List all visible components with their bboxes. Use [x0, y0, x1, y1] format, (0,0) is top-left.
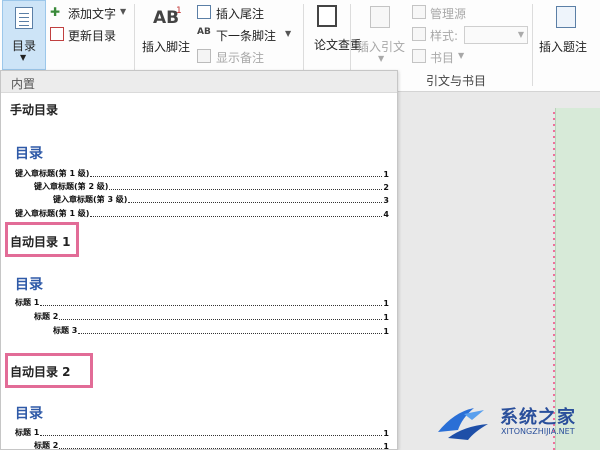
toc-row-text: 键入章标题(第 1 级) [15, 169, 90, 178]
manual-toc-label: 手动目录 [10, 103, 59, 117]
toc-preview-row: 标题 3 1 [53, 324, 389, 336]
paper-check-button[interactable]: 论文查重 [308, 2, 362, 68]
toc-button[interactable]: 目录 ▼ [2, 0, 46, 70]
toc-row-page: 1 [383, 299, 389, 308]
bibliography-icon [412, 49, 426, 63]
chevron-down-icon: ▼ [20, 53, 27, 62]
chevron-down-icon: ▼ [378, 54, 385, 63]
show-notes-label: 显示备注 [216, 51, 265, 65]
add-text-label: 添加文字 [68, 7, 117, 21]
toc-row-page: 1 [383, 327, 389, 336]
toc-preview-row: 标题 2 1 [34, 439, 389, 450]
toc-preview-row: 标题 2 1 [34, 310, 389, 322]
toc-icon [15, 7, 33, 29]
insert-footnote-label: 插入脚注 [142, 40, 191, 54]
update-toc-button[interactable]: 更新目录 [50, 26, 130, 44]
paper-check-icon [317, 5, 337, 27]
insert-caption-label: 插入题注 [539, 40, 588, 54]
style-dropdown[interactable]: ▼ [464, 26, 528, 44]
show-notes-button[interactable]: 显示备注 [197, 48, 277, 66]
toc-row-page: 1 [383, 170, 389, 179]
manage-sources-icon [412, 5, 426, 19]
toc-button-label: 目录 [12, 39, 37, 53]
add-text-button[interactable]: ✚ 添加文字 ▼ [50, 4, 130, 22]
toc-row-page: 4 [383, 210, 389, 219]
caption-icon [556, 6, 576, 28]
citations-group-label: 引文与书目 [426, 74, 487, 88]
chevron-down-icon: ▼ [517, 30, 524, 39]
toc-preview-row: 标题 1 1 [15, 296, 389, 308]
auto-toc-1-label: 自动目录 1 [10, 235, 71, 249]
chevron-down-icon: ▼ [120, 7, 127, 16]
toc-row-text: 标题 1 [15, 428, 40, 437]
chevron-down-icon: ▼ [285, 29, 292, 38]
toc-row-text: 标题 2 [34, 312, 59, 321]
toc-preview-row: 标题 1 1 [15, 426, 389, 438]
insert-endnote-label: 插入尾注 [216, 7, 265, 21]
auto-toc-2-label: 自动目录 2 [10, 365, 71, 379]
bibliography-label: 书目 [430, 51, 455, 65]
toc-preview-row: 键入章标题(第 3 级) 3 [53, 193, 389, 205]
toc-preview-heading: 目录 [15, 406, 43, 422]
panel-header-label: 内置 [11, 77, 36, 91]
manage-sources-label: 管理源 [430, 7, 467, 21]
toc-row-page: 1 [383, 442, 389, 450]
insert-caption-button[interactable]: 插入题注 [536, 4, 596, 68]
footnote-superscript: 1 [176, 6, 182, 16]
toc-row-page: 1 [383, 313, 389, 322]
bibliography-button[interactable]: 书目 ▼ [412, 48, 472, 66]
insert-footnote-button[interactable]: AB 1 插入脚注 [140, 4, 192, 68]
document-page[interactable] [555, 108, 600, 450]
insert-endnote-button[interactable]: 插入尾注 [197, 4, 277, 22]
toc-preview-row: 键入章标题(第 2 级) 2 [34, 180, 389, 192]
show-notes-icon [197, 49, 211, 63]
divider [532, 4, 533, 86]
toc-row-page: 2 [383, 183, 389, 192]
style-label: 样式: [430, 29, 459, 43]
update-toc-label: 更新目录 [68, 29, 117, 43]
toc-row-text: 标题 3 [53, 326, 78, 335]
add-text-icon: ✚ [50, 5, 61, 19]
toc-preview-row: 键入章标题(第 1 级) 1 [15, 167, 389, 179]
toc-preview-row: 键入章标题(第 1 级) 4 [15, 207, 389, 219]
next-footnote-label: 下一条脚注 [216, 29, 277, 43]
next-footnote-button[interactable]: AB 下一条脚注 ▼ [197, 26, 297, 44]
toc-row-text: 键入章标题(第 1 级) [15, 209, 90, 218]
toc-preview-heading: 目录 [15, 277, 43, 293]
watermark-url: XITONGZHIJIA.NET [501, 427, 575, 436]
toc-row-text: 键入章标题(第 2 级) [34, 182, 109, 191]
panel-header: 内置 [1, 71, 397, 93]
watermark-logo-icon [438, 408, 488, 440]
toc-row-text: 标题 1 [15, 298, 40, 307]
citation-icon [370, 6, 390, 28]
toc-preview-heading: 目录 [15, 146, 43, 162]
toc-row-page: 1 [383, 429, 389, 438]
watermark-title: 系统之家 [500, 407, 576, 428]
toc-row-text: 标题 2 [34, 441, 59, 450]
toc-row-text: 键入章标题(第 3 级) [53, 195, 128, 204]
toc-dropdown-panel: 内置 手动目录 目录 键入章标题(第 1 级) 1 键入章标题(第 2 级) 2 键… [0, 70, 398, 450]
chevron-down-icon: ▼ [458, 51, 465, 60]
endnote-icon [197, 5, 211, 19]
style-icon [412, 27, 426, 41]
style-selector[interactable]: 样式: ▼ [412, 26, 532, 44]
next-footnote-icon: AB [197, 27, 211, 37]
insert-citation-button[interactable]: 插入引文 ▼ [354, 4, 408, 68]
insert-citation-label: 插入引文 [357, 40, 406, 54]
page-edge-marker [553, 112, 555, 450]
update-toc-icon [50, 27, 64, 41]
toc-row-page: 3 [383, 196, 389, 205]
manage-sources-button[interactable]: 管理源 [412, 4, 492, 22]
